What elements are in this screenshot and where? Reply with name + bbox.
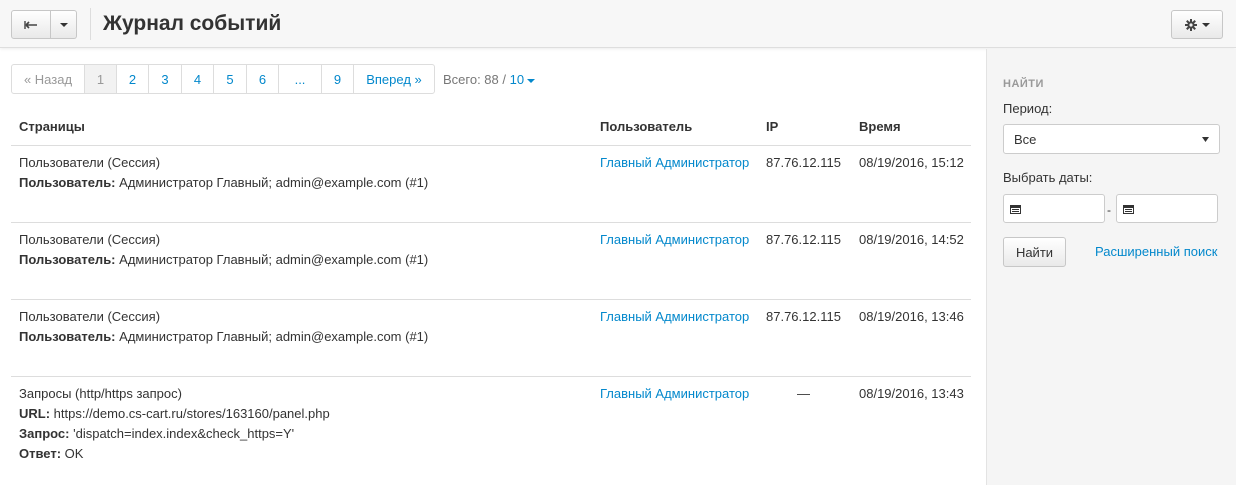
per-page-value: 10 [509,72,525,87]
caret-down-icon [59,22,68,27]
pagination-page-3[interactable]: 3 [149,65,182,93]
row-pages-cell: Пользователи (Сессия) Пользователь: Адми… [19,230,428,270]
find-button[interactable]: Найти [1003,237,1066,267]
ip-cell: — [797,386,810,401]
row-line: Пользователи (Сессия) [19,155,161,170]
header-divider [90,8,91,40]
pagination-page-4[interactable]: 4 [182,65,214,93]
pagination-page-5[interactable]: 5 [214,65,247,93]
period-select[interactable]: Все [1003,124,1220,154]
search-sidebar: НАЙТИ Период: Все Выбрать даты: - Найти … [986,49,1236,485]
row-line: Запросы (http/https запрос) [19,386,182,401]
pagination-page-2[interactable]: 2 [117,65,149,93]
row-line: Пользователь: Администратор Главный; adm… [19,329,429,344]
per-page-dropdown[interactable]: 10 [509,72,536,87]
total-count: Всего: 88 / 10 [443,72,536,87]
pagination-next[interactable]: Вперед » [354,65,434,93]
caret-down-icon [527,78,536,83]
column-header-pages: Страницы [19,119,85,134]
pagination-page-1: 1 [85,65,117,93]
row-line: Пользователи (Сессия) [19,309,161,324]
date-from-input[interactable] [1003,194,1105,223]
back-arrow-icon [24,20,37,29]
advanced-search-link[interactable]: Расширенный поиск [1095,244,1217,259]
pagination-prev: « Назад [12,65,85,93]
pagination-page-6[interactable]: 6 [247,65,279,93]
row-pages-cell: Пользователи (Сессия) Пользователь: Адми… [19,153,428,193]
user-link[interactable]: Главный Администратор [600,384,749,404]
time-cell: 08/19/2016, 15:12 [859,155,964,170]
row-line: Пользователь: Администратор Главный; adm… [19,175,429,190]
page-header: Журнал событий [0,0,1236,48]
row-line: Ответ: OK [19,446,84,461]
user-link[interactable]: Главный Администратор [600,230,749,250]
row-divider [11,376,971,377]
user-link[interactable]: Главный Администратор [600,307,749,327]
sidebar-heading: НАЙТИ [1003,78,1044,90]
calendar-icon[interactable] [1123,204,1134,214]
back-history-dropdown[interactable] [51,10,77,39]
gear-icon [1184,18,1197,31]
row-line: URL: https://demo.cs-cart.ru/stores/1631… [19,406,330,421]
pagination-ellipsis[interactable]: ... [279,65,322,93]
row-divider [11,222,971,223]
date-separator: - [1107,203,1111,217]
pagination-page-9[interactable]: 9 [322,65,354,93]
time-cell: 08/19/2016, 13:46 [859,309,964,324]
tools-button[interactable] [1171,10,1223,39]
column-header-user: Пользователь [600,119,693,134]
back-button-group [11,10,77,39]
caret-down-icon [1201,22,1210,27]
ip-cell: 87.76.12.115 [766,155,841,170]
row-divider [11,299,971,300]
select-arrow-icon [1202,136,1209,142]
user-link[interactable]: Главный Администратор [600,153,749,173]
time-cell: 08/19/2016, 14:52 [859,232,964,247]
total-label: Всего: 88 / [443,72,506,87]
ip-cell: 87.76.12.115 [766,309,841,324]
period-label: Период: [1003,101,1053,116]
pagination: « Назад 1 2 3 4 5 6 ... 9 Вперед » [11,64,435,94]
row-line: Запрос: 'dispatch=index.index&check_http… [19,426,295,441]
date-to-input[interactable] [1116,194,1218,223]
table-header-divider [11,145,971,146]
column-header-time: Время [859,119,901,134]
back-button[interactable] [11,10,51,39]
row-line: Пользователи (Сессия) [19,232,161,247]
row-pages-cell: Запросы (http/https запрос) URL: https:/… [19,384,330,464]
ip-cell: 87.76.12.115 [766,232,841,247]
row-line: Пользователь: Администратор Главный; adm… [19,252,429,267]
period-value: Все [1014,131,1037,147]
column-header-ip: IP [766,119,779,134]
calendar-icon[interactable] [1010,204,1021,214]
dates-label: Выбрать даты: [1003,170,1093,185]
time-cell: 08/19/2016, 13:43 [859,386,964,401]
page-title: Журнал событий [103,12,282,35]
row-pages-cell: Пользователи (Сессия) Пользователь: Адми… [19,307,428,347]
